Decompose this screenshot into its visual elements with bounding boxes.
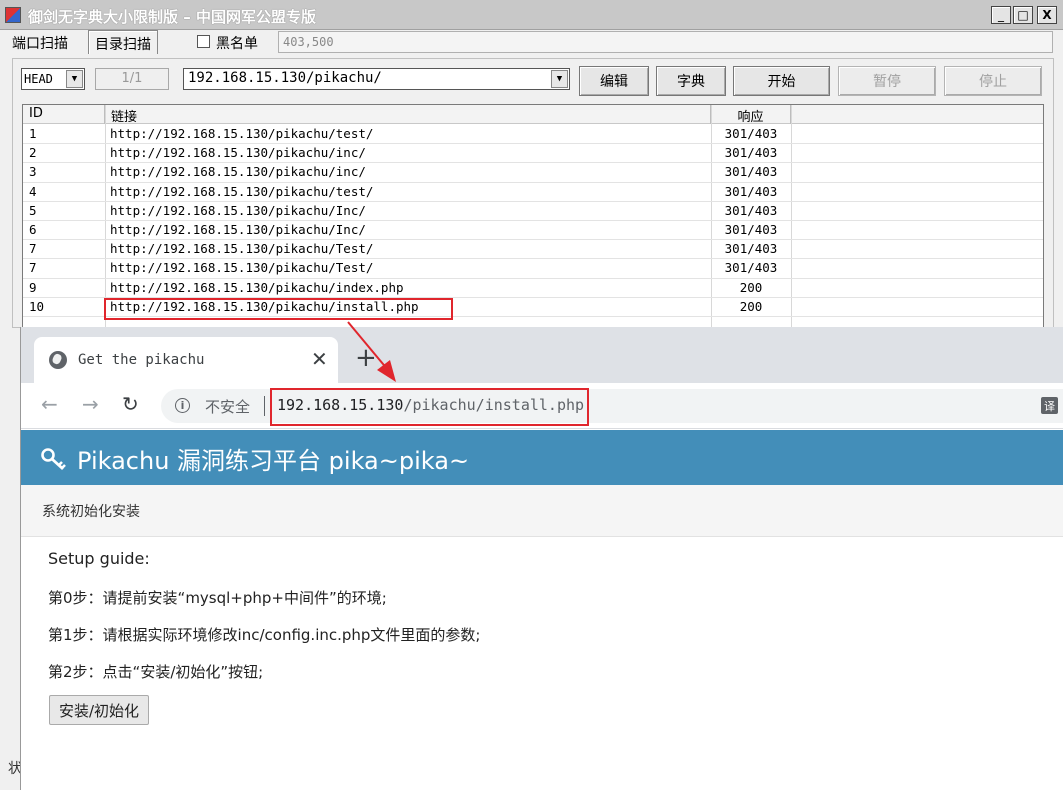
forward-icon[interactable]: → <box>82 394 99 414</box>
site-title: Pikachu 漏洞练习平台 pika~pika~ <box>77 447 470 475</box>
key-icon <box>41 447 69 475</box>
row-link: http://192.168.15.130/pikachu/inc/ <box>110 164 366 180</box>
table-row[interactable]: 7 http://192.168.15.130/pikachu/Test/301/… <box>23 259 1043 279</box>
row-id: 7 <box>29 260 37 276</box>
page-counter: 1/1 <box>95 68 169 90</box>
breadcrumb: 系统初始化安装 <box>21 485 1063 537</box>
dictionary-button[interactable]: 字典 <box>656 66 726 96</box>
browser-tab-strip: Get the pikachu ✕ + <box>21 327 1063 383</box>
security-status[interactable]: 不安全 <box>205 396 250 417</box>
table-row[interactable]: 4 http://192.168.15.130/pikachu/test/301/… <box>23 183 1043 202</box>
blacklist-checkbox[interactable] <box>197 35 210 48</box>
table-row[interactable]: 3 http://192.168.15.130/pikachu/inc/301/4… <box>23 163 1043 183</box>
row-link: http://192.168.15.130/pikachu/Test/ <box>110 241 374 257</box>
row-response: 301/403 <box>724 126 778 141</box>
pause-button[interactable]: 暂停 <box>838 66 936 96</box>
table-header: ID 链接 响应 <box>23 105 1043 125</box>
start-button[interactable]: 开始 <box>733 66 830 96</box>
row-id: 5 <box>29 202 37 218</box>
stop-button[interactable]: 停止 <box>944 66 1042 96</box>
results-table[interactable]: ID 链接 响应 1 http://192.168.15.130/pikachu/… <box>22 104 1044 328</box>
row-response: 301/403 <box>724 202 778 218</box>
table-row[interactable]: 2 http://192.168.15.130/pikachu/inc/301/4… <box>23 144 1043 164</box>
maximize-button[interactable]: □ <box>1013 6 1033 24</box>
browser-tab-title: Get the pikachu <box>78 352 205 368</box>
row-response: 301/403 <box>724 241 778 257</box>
tab-port-scan[interactable]: 端口扫描 <box>6 30 74 54</box>
row-response: 301/403 <box>724 221 778 237</box>
edit-button[interactable]: 编辑 <box>579 66 649 96</box>
reload-icon[interactable]: ↻ <box>122 394 139 414</box>
annotation-highlight-row <box>104 298 453 320</box>
row-response: 200 <box>739 298 763 314</box>
setup-step-1: 第1步：请根据实际环境修改inc/config.inc.php文件里面的参数; <box>48 626 481 644</box>
annotation-arrow <box>347 321 396 382</box>
row-response: 301/403 <box>724 183 778 199</box>
site-header: Pikachu 漏洞练习平台 pika~pika~ <box>21 430 1063 485</box>
row-response: 200 <box>739 279 763 295</box>
row-link: http://192.168.15.130/pikachu/Inc/ <box>110 221 366 237</box>
table-row[interactable]: 5 http://192.168.15.130/pikachu/Inc/301/4… <box>23 202 1043 221</box>
status-codes-input[interactable]: 403,500 <box>278 31 1053 53</box>
column-header-id[interactable]: ID <box>23 105 105 124</box>
browser-window: Get the pikachu ✕ + ← → ↻ i 不安全 192.168.… <box>20 327 1063 790</box>
row-response: 301/403 <box>724 260 778 276</box>
close-button[interactable]: X <box>1037 6 1057 24</box>
row-id: 3 <box>29 164 37 180</box>
table-body: 1 http://192.168.15.130/pikachu/test/301/… <box>23 125 1043 317</box>
row-id: 4 <box>29 183 37 199</box>
table-row[interactable]: 9 http://192.168.15.130/pikachu/index.php… <box>23 279 1043 298</box>
row-link: http://192.168.15.130/pikachu/inc/ <box>110 145 366 161</box>
install-button[interactable]: 安装/初始化 <box>49 695 150 725</box>
blacklist-label: 黑名单 <box>216 36 258 52</box>
setup-step-0: 第0步：请提前安装“mysql+php+中间件”的环境; <box>48 589 387 607</box>
info-icon[interactable]: i <box>175 398 190 413</box>
minimize-button[interactable]: _ <box>991 6 1011 24</box>
row-link: http://192.168.15.130/pikachu/test/ <box>110 183 374 199</box>
row-id: 6 <box>29 221 37 237</box>
app-icon <box>5 7 21 23</box>
target-url-combo[interactable]: 192.168.15.130/pikachu/ ▼ <box>183 68 570 90</box>
target-url-value: 192.168.15.130/pikachu/ <box>188 70 382 86</box>
row-link: http://192.168.15.130/pikachu/Inc/ <box>110 202 366 218</box>
tab-directory-scan[interactable]: 目录扫描 <box>88 30 158 54</box>
method-value: HEAD <box>24 72 53 86</box>
row-id: 1 <box>29 126 37 141</box>
method-select[interactable]: HEAD ▼ <box>21 68 85 90</box>
setup-step-2: 第2步：点击“安装/初始化”按钮; <box>48 663 264 681</box>
row-link: http://192.168.15.130/pikachu/test/ <box>110 126 374 141</box>
chevron-down-icon[interactable]: ▼ <box>551 70 568 88</box>
table-row[interactable]: 6 http://192.168.15.130/pikachu/Inc/301/4… <box>23 221 1043 241</box>
translate-icon[interactable]: 译 <box>1041 397 1058 414</box>
row-id: 10 <box>29 298 45 314</box>
row-id: 9 <box>29 279 37 295</box>
column-header-response[interactable]: 响应 <box>711 105 791 125</box>
setup-guide-heading: Setup guide: <box>48 549 150 568</box>
window-title: 御剑无字典大小限制版 – 中国网军公盟专版 <box>28 8 316 26</box>
divider <box>264 396 265 416</box>
close-tab-icon[interactable]: ✕ <box>311 347 328 371</box>
row-response: 301/403 <box>724 145 778 161</box>
row-id: 7 <box>29 241 37 257</box>
row-response: 301/403 <box>724 164 778 180</box>
browser-tab[interactable]: Get the pikachu ✕ <box>34 337 338 383</box>
annotation-highlight-url <box>270 388 589 426</box>
row-link: http://192.168.15.130/pikachu/Test/ <box>110 260 374 276</box>
breadcrumb-text: 系统初始化安装 <box>42 504 140 520</box>
row-link: http://192.168.15.130/pikachu/index.php <box>110 279 404 295</box>
column-header-link[interactable]: 链接 <box>105 105 711 125</box>
row-id: 2 <box>29 145 37 161</box>
chevron-down-icon[interactable]: ▼ <box>66 70 83 88</box>
table-row[interactable]: 1 http://192.168.15.130/pikachu/test/301/… <box>23 125 1043 145</box>
table-row[interactable]: 7 http://192.168.15.130/pikachu/Test/301/… <box>23 240 1043 260</box>
scanner-title-bar: 御剑无字典大小限制版 – 中国网军公盟专版 _ □ X <box>0 0 1063 30</box>
back-icon[interactable]: ← <box>41 394 58 414</box>
globe-icon <box>49 351 67 369</box>
